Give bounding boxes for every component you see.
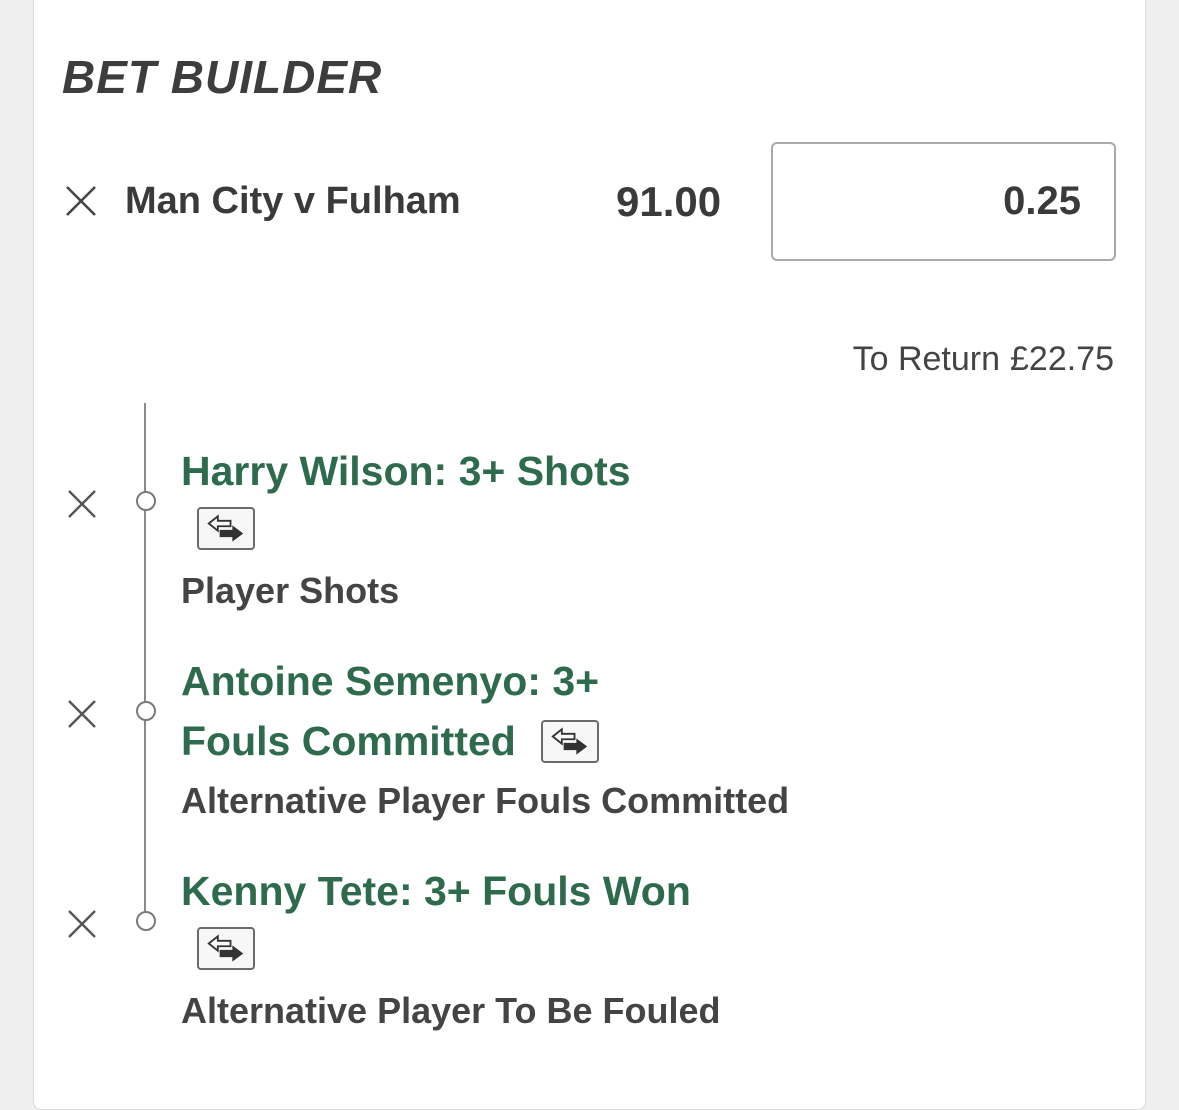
remove-selection-close-icon[interactable] — [66, 908, 98, 940]
swap-arrows-icon[interactable] — [197, 927, 255, 970]
match-name: Man City v Fulham — [125, 180, 461, 222]
selection-market: Alternative Player Fouls Committed — [181, 780, 790, 821]
stake-input[interactable]: 0.25 — [771, 142, 1116, 261]
selection-name: Antoine Semenyo: 3+ — [181, 658, 600, 704]
to-return-value: £22.75 — [1010, 340, 1114, 378]
selection-timeline — [144, 403, 146, 916]
timeline-node — [136, 491, 156, 511]
odds-value: 91.00 — [616, 178, 722, 225]
timeline-node — [136, 911, 156, 931]
remove-bet-close-icon[interactable] — [65, 185, 97, 217]
remove-selection-close-icon[interactable] — [66, 698, 98, 730]
to-return-label: To Return — [852, 340, 1000, 378]
remove-selection-close-icon[interactable] — [66, 488, 98, 520]
selection-name: Kenny Tete: 3+ Fouls Won — [181, 868, 691, 914]
swap-arrows-icon[interactable] — [197, 507, 255, 550]
page-title: BET BUILDER — [62, 51, 383, 103]
timeline-node — [136, 701, 156, 721]
to-return: To Return £22.75 — [853, 340, 1114, 379]
selection-market: Player Shots — [181, 570, 400, 611]
selection-name-line2: Fouls Committed — [181, 711, 600, 771]
selection-market: Alternative Player To Be Fouled — [181, 990, 721, 1031]
swap-arrows-icon[interactable] — [541, 719, 600, 763]
selection-name-continued: Fouls Committed — [181, 718, 516, 764]
selection-name: Harry Wilson: 3+ Shots — [181, 448, 631, 494]
